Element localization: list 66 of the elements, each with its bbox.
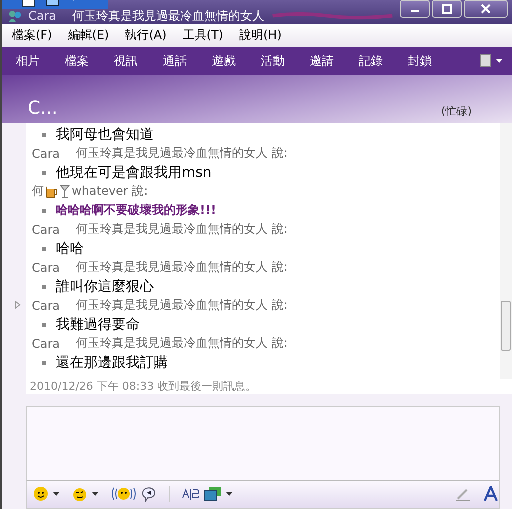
message-text: 他現在可是會跟我用msn (56, 164, 212, 182)
sender-name: Cara (32, 260, 62, 274)
toolbar-button[interactable]: 通話 (163, 52, 187, 70)
maximize-icon (442, 4, 452, 14)
sender-nickname: 何玉玲真是我見過最冷血無情的女人 說: (76, 145, 288, 162)
menu-item[interactable]: 說明(H) (240, 27, 282, 44)
sender-nickname: 何玉玲真是我見過最冷血無情的女人 說: (76, 335, 288, 352)
bullet-icon (42, 284, 46, 288)
last-message-time: 2010/12/26 下午 08:33 收到最後一則訊息。 (26, 378, 512, 394)
message-text: 誰叫你這麼狠心 (56, 278, 154, 296)
toolbar-button[interactable]: 記錄 (359, 52, 383, 70)
document-menu-icon[interactable] (480, 54, 504, 68)
close-icon (481, 4, 491, 14)
toolbar-button[interactable]: 遊戲 (212, 52, 236, 70)
bullet-icon (42, 132, 46, 136)
sender-nickname: 何玉玲真是我見過最冷血無情的女人 說: (76, 221, 288, 238)
message-text: 哈哈 (56, 240, 84, 258)
message-text: 我難過得要命 (56, 316, 140, 334)
sender-nickname: whatever 說: (72, 183, 148, 200)
contact-name: C... (28, 98, 58, 119)
nudge-icon[interactable] (111, 486, 137, 502)
background-image-icon[interactable] (204, 486, 222, 502)
bullet-icon (42, 246, 46, 250)
cocktail-glass-icon (60, 184, 70, 198)
messenger-icon (8, 9, 23, 23)
menu-item[interactable]: 編輯(E) (68, 27, 110, 44)
message-text: 哈哈哈啊不要破壞我的形象!!! (56, 202, 216, 219)
sender-name: Cara (32, 298, 62, 312)
toolbar-button[interactable]: 邀請 (310, 52, 334, 70)
caret-icon[interactable] (53, 492, 60, 497)
sender-nickname: 何玉玲真是我見過最冷血無情的女人 說: (76, 259, 288, 276)
wink-icon[interactable] (72, 486, 88, 502)
font-icon[interactable] (483, 486, 499, 502)
voice-clip-icon[interactable] (141, 486, 157, 502)
sender-name: Cara (32, 146, 62, 160)
bullet-icon (42, 170, 46, 174)
toolbar-button[interactable]: 活動 (261, 52, 285, 70)
bullet-icon (42, 208, 46, 212)
toolbar-button[interactable]: 相片 (16, 52, 40, 70)
sender-name: Cara (32, 336, 62, 350)
smiley-icon[interactable] (33, 486, 49, 502)
bullet-icon (42, 322, 46, 326)
font-spacing-icon[interactable] (182, 486, 200, 502)
scrollbar[interactable] (500, 123, 512, 379)
message-text: 我阿母也會知道 (56, 126, 154, 144)
window-title: Cara (28, 9, 57, 23)
sender-nickname: 何玉玲真是我見過最冷血無情的女人 說: (76, 297, 288, 314)
maximize-button[interactable] (432, 0, 462, 18)
caret-icon[interactable] (92, 492, 99, 497)
sender-name: 何 (32, 183, 44, 200)
contact-status: (忙碌) (441, 104, 472, 119)
minimize-button[interactable] (400, 0, 430, 18)
beer-mug-icon (46, 184, 58, 198)
window-subtitle: 何玉玲真是我見過最冷血無情的女人 (72, 8, 265, 24)
bullet-icon (42, 360, 46, 364)
menu-item[interactable]: 檔案(F) (12, 27, 52, 44)
menu-item[interactable]: 執行(A) (125, 27, 167, 44)
toolbar-button[interactable]: 檔案 (65, 52, 89, 70)
menu-item[interactable]: 工具(T) (182, 27, 224, 44)
sender-name: Cara (32, 222, 62, 236)
toolbar-button[interactable]: 封鎖 (408, 52, 432, 70)
close-button[interactable] (464, 0, 508, 18)
caret-icon[interactable] (226, 492, 233, 497)
message-input-field[interactable] (26, 406, 500, 480)
toolbar-button[interactable]: 視訊 (114, 52, 138, 70)
message-text: 還在那邊跟我訂購 (56, 354, 168, 372)
